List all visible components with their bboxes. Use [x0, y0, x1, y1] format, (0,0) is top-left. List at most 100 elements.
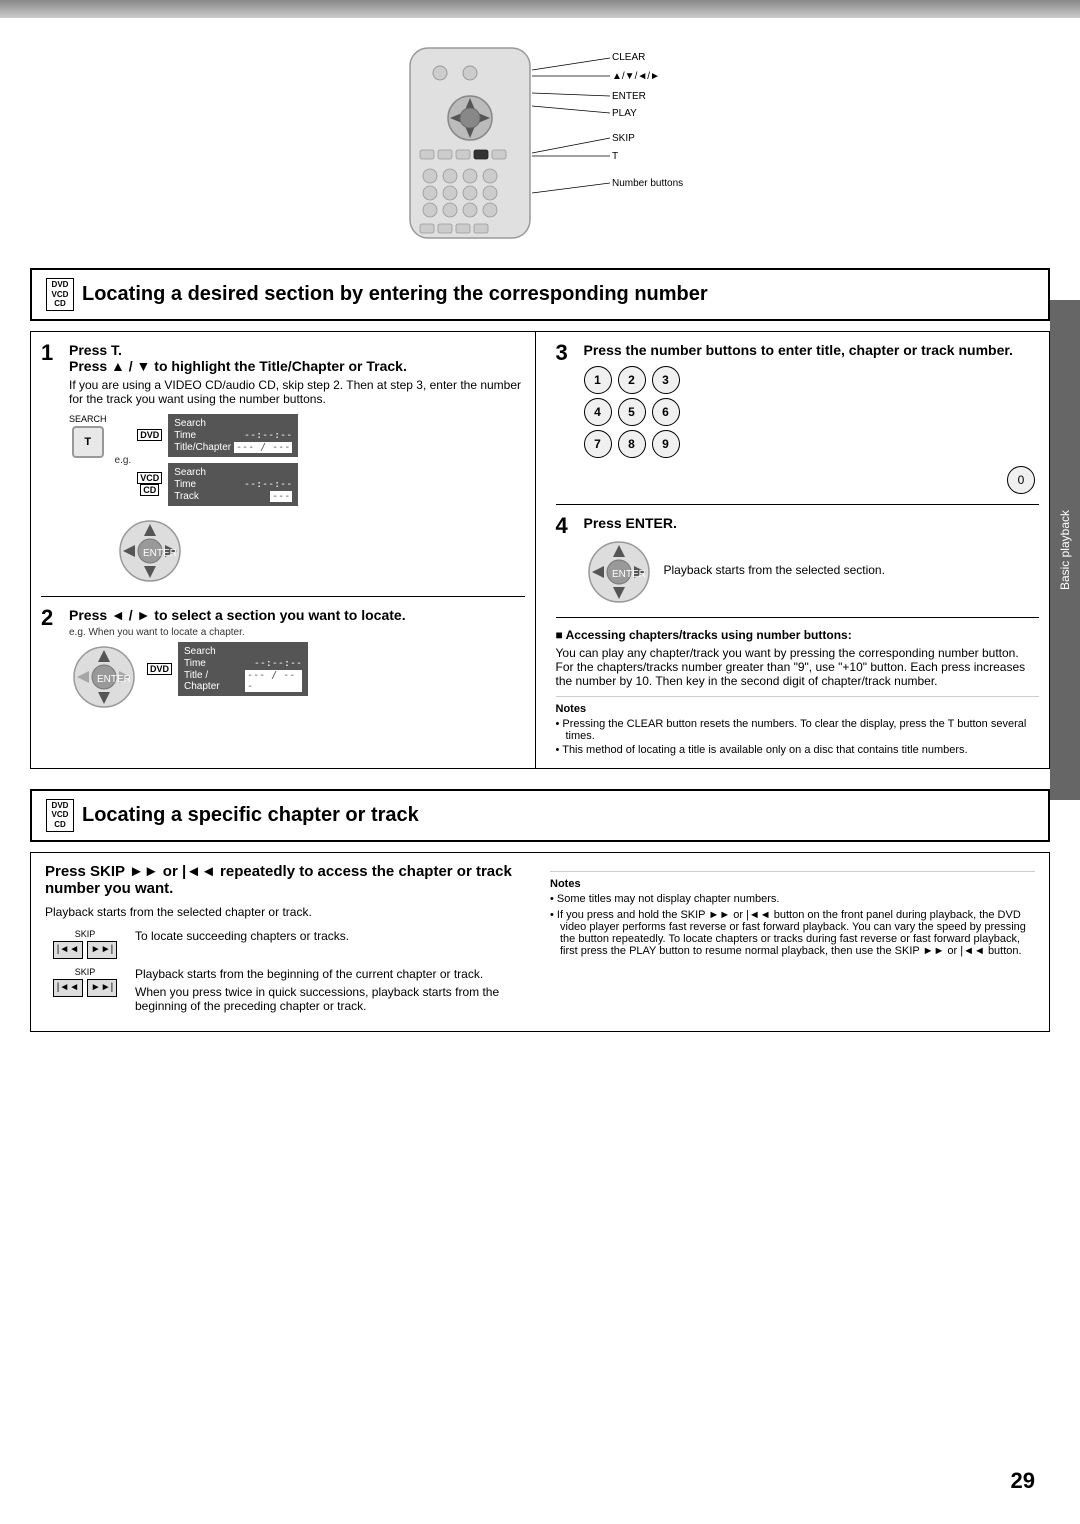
step3-divider: [556, 504, 1040, 505]
skip-row-2: SKIP |◄◄ ►►| Playback starts from the be…: [45, 967, 530, 1013]
step1: 1 Press T. Press ▲ / ▼ to highlight the …: [41, 342, 525, 586]
step4: 4 Press ENTER. ENTER Playback starts fro…: [556, 515, 1040, 607]
num-btn-4[interactable]: 4: [584, 398, 612, 426]
dpad-1: ENTER: [115, 516, 185, 586]
notes-section-2: Notes • Some titles may not display chap…: [550, 871, 1035, 957]
step2-number: 2: [41, 607, 53, 629]
skip-pair-2: SKIP |◄◄ ►►|: [45, 967, 125, 997]
skip-row-1: SKIP |◄◄ ►►| To locate succeeding chapte…: [45, 929, 530, 959]
num-btn-0[interactable]: 0: [1007, 466, 1035, 494]
note-1-2: • This method of locating a title is ava…: [556, 744, 1040, 756]
note-1-1: • Pressing the CLEAR button resets the n…: [556, 718, 1040, 742]
search-label: SEARCH: [69, 414, 107, 424]
step1-subheader: Press ▲ / ▼ to highlight the Title/Chapt…: [69, 358, 407, 374]
skip-buttons-2: |◄◄ ►►|: [53, 979, 117, 997]
skip-desc-1: To locate succeeding chapters or tracks.: [135, 929, 349, 943]
skip-fwd-2[interactable]: ►►|: [87, 979, 117, 997]
num-btn-5[interactable]: 5: [618, 398, 646, 426]
step1-divider: [41, 596, 525, 597]
section2-header: DVD VCD CD Locating a specific chapter o…: [30, 789, 1050, 842]
step4-header: Press ENTER.: [584, 515, 1040, 531]
step4-number: 4: [556, 515, 568, 537]
skip-back-1[interactable]: |◄◄: [53, 941, 83, 959]
eg-label1: e.g.: [115, 455, 132, 466]
number-buttons: 1 2 3 4 5 6 7 8 9: [584, 366, 1040, 458]
remote-illustration: CLEAR ▲/▼/◄/► ENTER PLAY SKIP T Number b…: [320, 38, 760, 248]
cd-label-1: CD: [140, 484, 159, 496]
svg-text:Number buttons: Number buttons: [612, 178, 683, 189]
cd-badge: CD: [50, 299, 70, 309]
section2-subheader: Playback starts from the selected chapte…: [45, 905, 530, 919]
dvd-label-1: DVD: [137, 429, 162, 441]
svg-text:ENTER: ENTER: [97, 674, 131, 685]
skip-buttons-1: |◄◄ ►►|: [53, 941, 117, 959]
osd-box-1: Search Time--:--:-- Title/Chapter--- / -…: [168, 414, 298, 457]
note-2-1: • Some titles may not display chapter nu…: [550, 893, 1035, 905]
osd-box-3: Search Time--:--:-- Title / Chapter--- /…: [178, 642, 308, 696]
step2-header: Press ◄ / ► to select a section you want…: [69, 607, 525, 623]
svg-text:SKIP: SKIP: [612, 133, 635, 144]
skip-pair-1: SKIP |◄◄ ►►|: [45, 929, 125, 959]
step2: 2 Press ◄ / ► to select a section you wa…: [41, 607, 525, 712]
svg-text:CLEAR: CLEAR: [612, 52, 645, 63]
main-content: 1 Press T. Press ▲ / ▼ to highlight the …: [30, 331, 1050, 769]
step3: 3 Press the number buttons to enter titl…: [556, 342, 1040, 494]
skip-fwd-1[interactable]: ►►|: [87, 941, 117, 959]
step2-eg: e.g. When you want to locate a chapter.: [69, 627, 525, 638]
notes-section-1: Notes • Pressing the CLEAR button resets…: [556, 696, 1040, 756]
section2-right: Notes • Some titles may not display chap…: [550, 863, 1035, 1021]
dpad-3: ENTER: [584, 537, 654, 607]
section1-title: Locating a desired section by entering t…: [82, 283, 708, 306]
step1-desc: If you are using a VIDEO CD/audio CD, sk…: [69, 378, 525, 406]
svg-text:T: T: [612, 151, 618, 162]
num-btn-2[interactable]: 2: [618, 366, 646, 394]
skip-label-1: SKIP: [75, 929, 96, 939]
num-btn-7[interactable]: 7: [584, 430, 612, 458]
vcd-badge: VCD: [50, 290, 70, 300]
step4-desc: Playback starts from the selected sectio…: [664, 563, 885, 577]
vcd-badge-2: VCD: [50, 810, 70, 820]
svg-text:PLAY: PLAY: [612, 108, 637, 119]
top-bar: [0, 0, 1080, 18]
num-btn-9[interactable]: 9: [652, 430, 680, 458]
disc-badges-1: DVD VCD CD: [46, 278, 74, 311]
sidebar: Basic playback: [1050, 300, 1080, 800]
vcd-label-1: VCD: [137, 472, 162, 484]
skip-back-2[interactable]: |◄◄: [53, 979, 83, 997]
num-btn-6[interactable]: 6: [652, 398, 680, 426]
right-column: 3 Press the number buttons to enter titl…: [546, 332, 1050, 768]
note-2-2: • If you press and hold the SKIP ►► or |…: [550, 909, 1035, 957]
notes-title-2: Notes: [550, 878, 1035, 890]
left-column: 1 Press T. Press ▲ / ▼ to highlight the …: [31, 332, 536, 768]
cd-badge-2: CD: [50, 820, 70, 830]
disc-badges-2: DVD VCD CD: [46, 799, 74, 832]
step3-number: 3: [556, 342, 568, 364]
notes-title-1: Notes: [556, 703, 1040, 715]
dvd-badge: DVD: [50, 280, 70, 290]
skip-desc-2: Playback starts from the beginning of th…: [135, 967, 530, 1013]
section2-main-header: Press SKIP ►► or |◄◄ repeatedly to acces…: [45, 863, 530, 897]
skip-label-2: SKIP: [75, 967, 96, 977]
num-btn-8[interactable]: 8: [618, 430, 646, 458]
skip-btns-2: SKIP |◄◄ ►►|: [45, 967, 125, 997]
svg-text:ENTER: ENTER: [143, 548, 177, 559]
svg-text:ENTER: ENTER: [612, 91, 646, 102]
accessing-header: ■ Accessing chapters/tracks using number…: [556, 628, 1040, 642]
svg-text:▲/▼/◄/►: ▲/▼/◄/►: [612, 71, 660, 82]
osd-box-2: Search Time--:--:-- Track---: [168, 463, 298, 506]
step1-header: Press T. Press ▲ / ▼ to highlight the Ti…: [69, 342, 525, 374]
num-btn-3[interactable]: 3: [652, 366, 680, 394]
accessing-title: Accessing chapters/tracks using number b…: [566, 628, 852, 642]
accessing-text: You can play any chapter/track you want …: [556, 646, 1040, 688]
t-button[interactable]: T: [72, 426, 104, 458]
step1-header-text: Press T.: [69, 342, 122, 358]
page-number: 29: [1011, 1468, 1035, 1494]
section2-left: Press SKIP ►► or |◄◄ repeatedly to acces…: [45, 863, 530, 1021]
section2-title: Locating a specific chapter or track: [82, 804, 419, 827]
section1-header: DVD VCD CD Locating a desired section by…: [30, 268, 1050, 321]
sidebar-label: Basic playback: [1058, 510, 1072, 590]
accessing-section: ■ Accessing chapters/tracks using number…: [556, 628, 1040, 756]
dvd-label-2: DVD: [147, 663, 172, 675]
dpad-2: ENTER: [69, 642, 139, 712]
num-btn-1[interactable]: 1: [584, 366, 612, 394]
